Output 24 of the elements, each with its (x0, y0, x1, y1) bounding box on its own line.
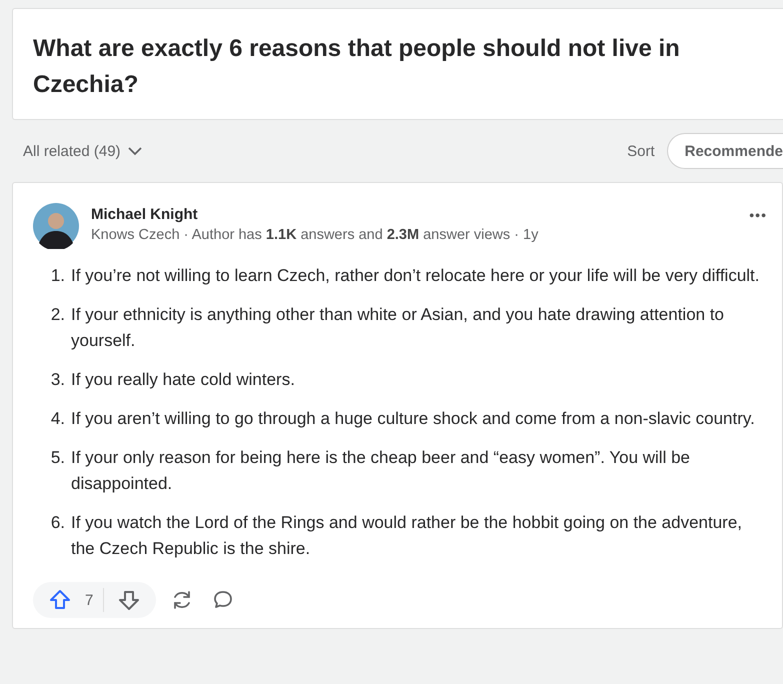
upvote-count: 7 (85, 592, 94, 608)
question-title: What are exactly 6 reasons that people should not live in Czechia? (33, 34, 681, 100)
more-options-button[interactable]: ••• (749, 203, 767, 223)
answer-text: If you watch the Lord of the Rings and would rather be the hobbit going on the adventure, the Czech Republic is the shire. (71, 512, 744, 560)
answer-text: If your only reason for being here is the cheap beer and “easy women”. You will be disappointed. (71, 447, 691, 495)
avatar[interactable] (33, 203, 79, 249)
list-number: 2. (50, 304, 65, 326)
author-name[interactable]: Michael Knight (91, 206, 738, 223)
answer-text: If you aren’t willing to go through a huge culture shock and come from a non-slavic country. (71, 408, 756, 430)
down-arrow-icon (118, 589, 140, 611)
answer-text: If you really hate cold winters. (71, 369, 296, 391)
list-number: 3. (50, 369, 65, 391)
list-number: 4. (50, 408, 65, 430)
list-number: 5. (50, 447, 65, 469)
list-number: 6. (50, 512, 65, 534)
answer-text: If you’re not willing to learn Czech, rather don’t relocate here or your life will be very difficult. (71, 265, 761, 287)
sort-dropdown[interactable]: Recommende (666, 133, 783, 169)
related-filter-button[interactable]: All related (49) (12, 142, 143, 160)
answer-text: If your ethnicity is anything other than white or Asian, and you hate drawing attention to yourself. (71, 304, 726, 352)
author-credentials: Knows Czech · Author has 1.1K answers and 2.3M answer views · 1y (91, 227, 540, 243)
speech-bubble-icon (212, 589, 234, 611)
sort-label: Sort (627, 142, 655, 160)
list-number: 1. (50, 265, 65, 287)
up-arrow-icon (49, 589, 71, 611)
